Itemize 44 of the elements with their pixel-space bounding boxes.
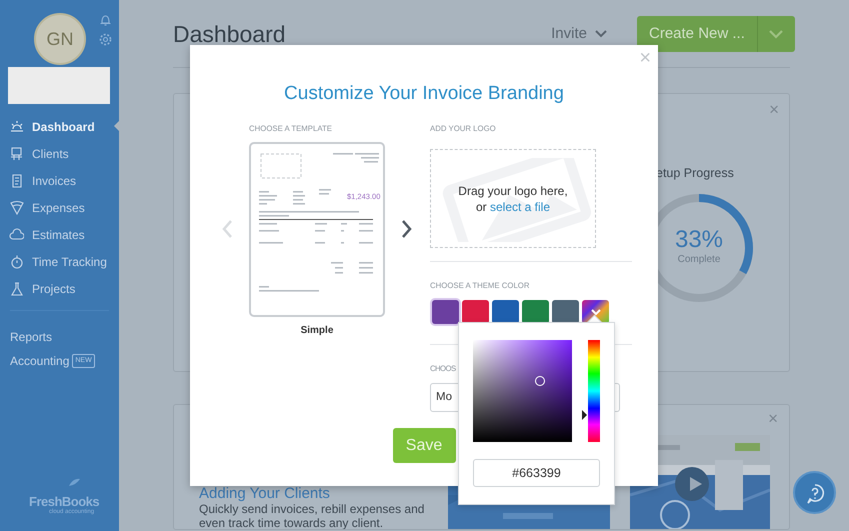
invite-button[interactable]: Invite [551, 22, 607, 46]
flask-icon [9, 281, 24, 296]
color-swatch[interactable] [462, 300, 489, 324]
nav-link[interactable]: Reports [0, 325, 119, 349]
drop-instructions: Drag your logo here, or select a file [458, 182, 568, 214]
easel-icon [9, 146, 24, 161]
hex-field[interactable]: #663399 [473, 459, 600, 487]
color-swatch[interactable] [552, 300, 579, 324]
close-button[interactable]: × [768, 410, 778, 427]
logo-drop-zone[interactable]: Drag your logo here, or select a file [430, 149, 596, 248]
color-swatch[interactable] [522, 300, 549, 324]
logo-text: FreshBooks [29, 495, 100, 508]
chevron-down-icon [590, 308, 600, 316]
template-name: Simple [300, 324, 334, 338]
nav-item[interactable]: Time Tracking [0, 248, 119, 275]
nav-item[interactable]: Expenses [0, 194, 119, 221]
saturation-field[interactable] [473, 340, 572, 442]
card-title: Adding Your Clients [199, 486, 331, 501]
stopwatch-icon [9, 254, 24, 269]
leaf-icon [67, 478, 81, 488]
nav-item[interactable]: Estimates [0, 221, 119, 248]
nav-item[interactable]: Invoices [0, 167, 119, 194]
save-button[interactable]: Save [392, 428, 456, 463]
create-new-button[interactable]: Create New ... [637, 16, 795, 52]
chevron-left-icon [221, 220, 233, 238]
dialog-title: Customize Your Invoice Branding [283, 82, 565, 106]
chevron-down-icon [595, 30, 607, 38]
color-marker[interactable] [535, 376, 545, 386]
progress-caption: Complete [678, 253, 720, 268]
chevron-right-icon [401, 220, 413, 238]
hue-pointer[interactable] [582, 410, 587, 420]
color-swatch[interactable] [432, 300, 459, 324]
close-button[interactable]: × [769, 101, 779, 118]
color-swatch[interactable] [492, 300, 519, 324]
select-file-link[interactable]: select a file [490, 200, 550, 214]
nav-link[interactable]: Accounting [10, 352, 70, 370]
nav-item[interactable]: Projects [0, 275, 119, 302]
cloud-icon [9, 227, 24, 242]
progress-percent: 33% [674, 228, 724, 252]
pizza-slice-icon [9, 200, 24, 215]
page-title: Dashboard [173, 20, 286, 49]
avatar[interactable]: GN [34, 13, 86, 65]
nav-item[interactable]: Clients [0, 140, 119, 167]
sunrise-icon [9, 119, 24, 134]
